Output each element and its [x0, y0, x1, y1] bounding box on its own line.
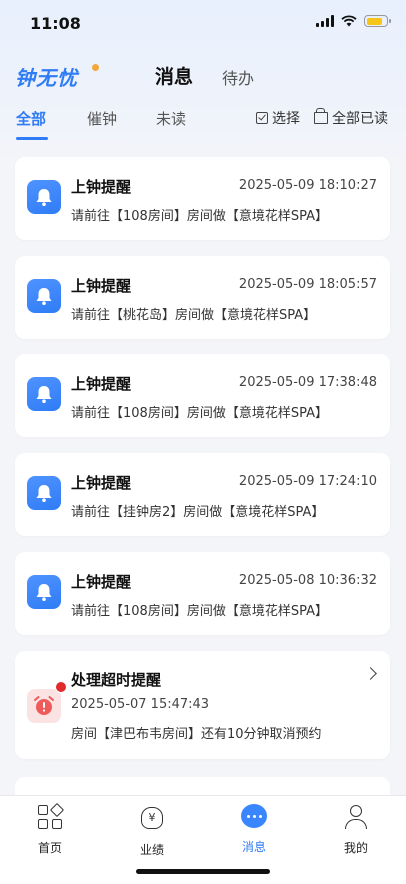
- overtime-message-card[interactable]: 处理超时提醒 2025-05-07 15:47:43 房间【津巴布韦房间】还有1…: [15, 651, 390, 759]
- tabbar-label: 业绩: [139, 843, 164, 857]
- read-all-button[interactable]: 全部已读: [314, 108, 388, 128]
- select-button[interactable]: 选择: [256, 108, 300, 128]
- filter-tabs: 全部 催钟 未读 选择 全部已读: [0, 102, 406, 140]
- message-title: 上钟提醒: [71, 178, 132, 196]
- alarm-clock-icon: [27, 689, 61, 723]
- status-bar: 11:08: [0, 0, 406, 44]
- message-card[interactable]: 上钟提醒 2025-05-09 18:10:27 请前往【108房间】房间做【意…: [15, 157, 390, 240]
- chevron-right-icon[interactable]: [364, 667, 377, 680]
- message-body: 请前往【108房间】房间做【意境花样SPA】: [71, 604, 328, 619]
- tabbar-label: 我的: [343, 841, 368, 855]
- message-body: 请前往【挂钟房2】房间做【意境花样SPA】: [71, 505, 325, 520]
- battery-icon: [364, 15, 391, 27]
- message-body: 房间【津巴布韦房间】还有10分钟取消预约: [71, 727, 322, 742]
- filter-tab-all[interactable]: 全部: [16, 108, 46, 129]
- wifi-icon: [341, 15, 357, 27]
- home-grid-icon: [37, 802, 65, 831]
- signal-icon: [316, 15, 334, 27]
- bell-icon: [27, 180, 61, 214]
- tab-messages[interactable]: 消息: [155, 62, 193, 89]
- message-title: 上钟提醒: [71, 277, 132, 295]
- message-time: 2025-05-09 17:38:48: [238, 375, 377, 390]
- read-all-label: 全部已读: [332, 111, 388, 127]
- message-card[interactable]: 上钟提醒 2025-05-08 10:36:32 请前往【108房间】房间做【意…: [15, 552, 390, 635]
- message-body: 请前往【108房间】房间做【意境花样SPA】: [71, 406, 328, 421]
- unread-dot: [55, 681, 67, 693]
- tabbar-item-performance[interactable]: ¥ 业绩: [122, 804, 182, 858]
- logo-mark-icon: [92, 64, 99, 71]
- message-time: 2025-05-07 15:47:43: [71, 697, 210, 712]
- message-card[interactable]: 上钟提醒 2025-05-09 17:24:10 请前往【挂钟房2】房间做【意境…: [15, 453, 390, 536]
- tabbar-label: 消息: [241, 840, 266, 854]
- message-body: 请前往【桃花岛】房间做【意境花样SPA】: [71, 308, 317, 323]
- message-time: 2025-05-09 18:10:27: [238, 178, 377, 193]
- status-icons: [316, 15, 391, 27]
- active-tab-indicator: [16, 137, 48, 140]
- app-header: 钟无忧 消息 待办: [0, 54, 406, 94]
- tabbar-item-home[interactable]: 首页: [20, 802, 80, 856]
- tabbar-label: 首页: [37, 841, 62, 855]
- bell-icon: [27, 575, 61, 609]
- select-label: 选择: [272, 111, 300, 127]
- message-card[interactable]: 上钟提醒 2025-05-09 18:05:57 请前往【桃花岛】房间做【意境花…: [15, 256, 390, 339]
- bell-icon: [27, 476, 61, 510]
- mark-read-icon: [314, 108, 328, 124]
- home-indicator[interactable]: [136, 869, 270, 874]
- message-title: 上钟提醒: [71, 375, 132, 393]
- message-card[interactable]: 上钟提醒 2025-05-09 17:38:48 请前往【108房间】房间做【意…: [15, 354, 390, 437]
- money-bag-icon: ¥: [139, 807, 165, 833]
- message-title: 处理超时提醒: [71, 671, 162, 689]
- app-logo: 钟无忧: [15, 66, 78, 90]
- person-icon: [343, 805, 369, 831]
- filter-tab-unread[interactable]: 未读: [156, 108, 186, 129]
- checkbox-icon: [256, 112, 268, 124]
- filter-tab-urge[interactable]: 催钟: [87, 108, 117, 129]
- message-time: 2025-05-08 10:36:32: [238, 573, 377, 588]
- message-title: 上钟提醒: [71, 573, 132, 591]
- message-time: 2025-05-09 18:05:57: [238, 277, 377, 292]
- tabbar-item-messages[interactable]: 消息: [224, 804, 284, 855]
- message-time: 2025-05-09 17:24:10: [238, 474, 377, 489]
- tab-todo[interactable]: 待办: [222, 65, 254, 89]
- tabbar-item-mine[interactable]: 我的: [326, 804, 386, 856]
- bell-icon: [27, 377, 61, 411]
- chat-icon: [241, 804, 267, 830]
- message-title: 上钟提醒: [71, 474, 132, 492]
- status-time: 11:08: [30, 14, 81, 33]
- bell-icon: [27, 279, 61, 313]
- message-body: 请前往【108房间】房间做【意境花样SPA】: [71, 209, 328, 224]
